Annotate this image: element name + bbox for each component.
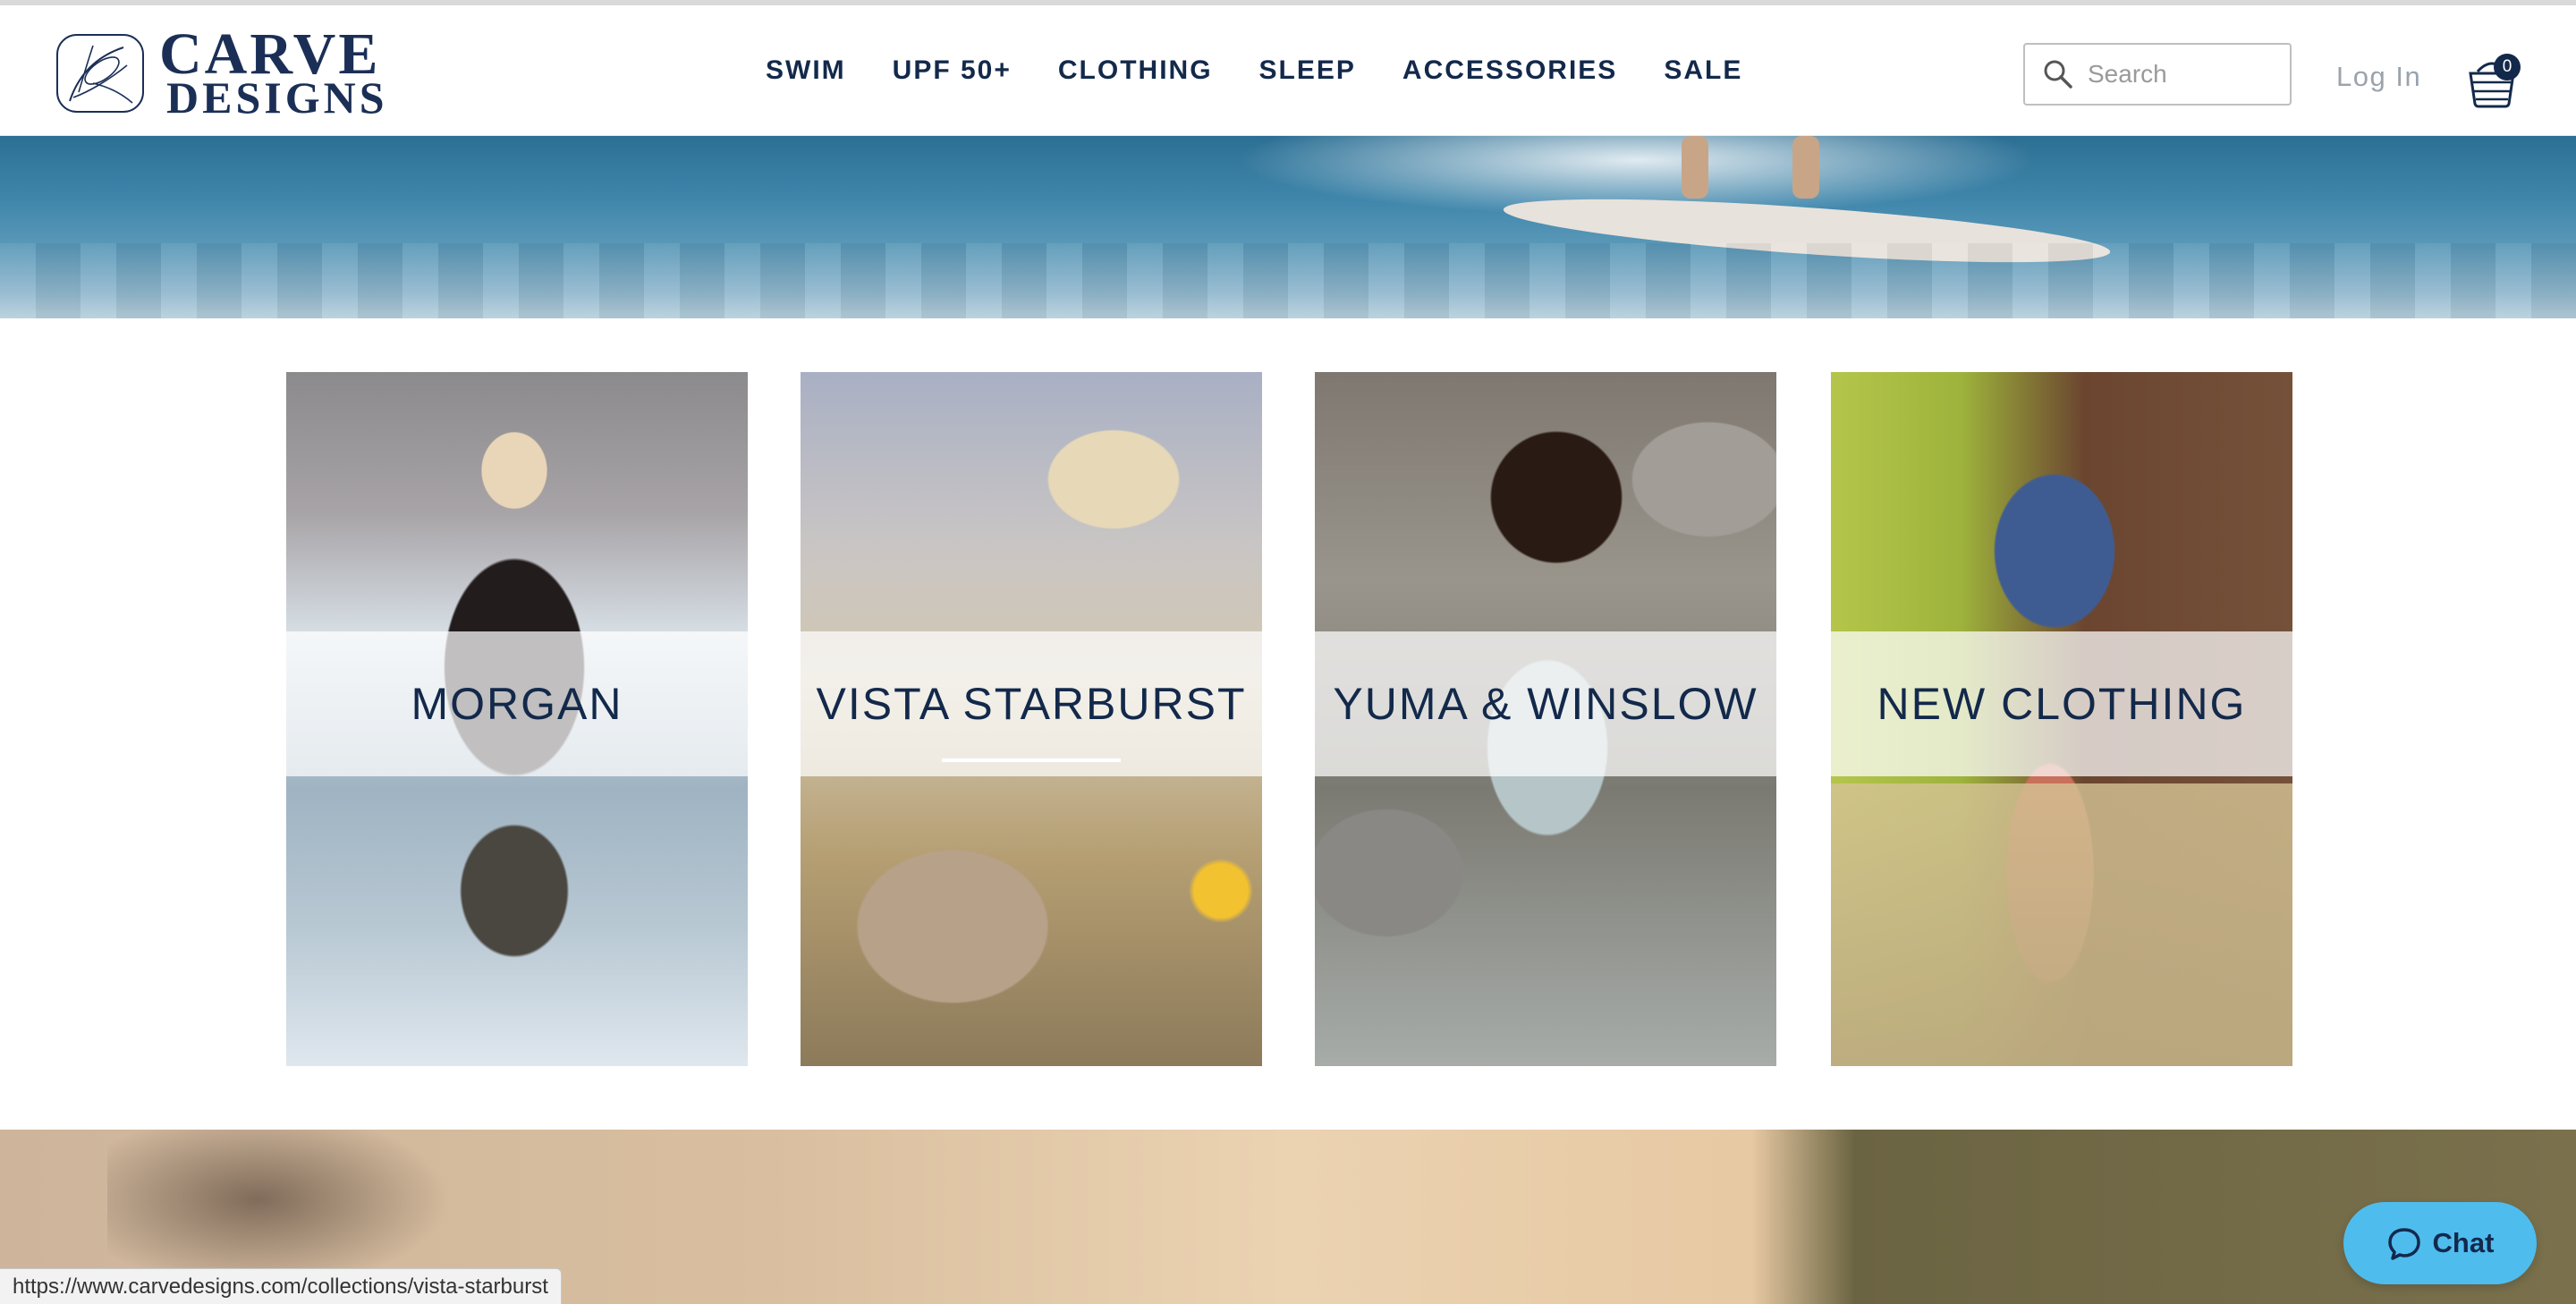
chat-bubble-icon: [2387, 1228, 2420, 1260]
collection-label-band: NEW CLOTHING: [1831, 631, 2292, 776]
collection-label-band: YUMA & WINSLOW: [1315, 631, 1776, 776]
brand-logo[interactable]: CARVE DESIGNS: [52, 25, 388, 123]
search-box[interactable]: [2023, 43, 2292, 106]
hover-underline: [942, 758, 1121, 762]
nav-item-sale[interactable]: SALE: [1664, 55, 1742, 86]
collection-label: MORGAN: [411, 679, 623, 729]
nav-item-upf[interactable]: UPF 50+: [893, 55, 1012, 86]
nav-item-clothing[interactable]: CLOTHING: [1058, 55, 1213, 86]
collection-grid: MORGAN VISTA STARBURST YUMA & WINSLOW NE…: [286, 372, 2292, 1066]
collection-tile-morgan[interactable]: MORGAN: [286, 372, 748, 1066]
nav-item-swim[interactable]: SWIM: [766, 55, 846, 86]
nav-item-sleep[interactable]: SLEEP: [1259, 55, 1356, 86]
collection-tile-yuma-winslow[interactable]: YUMA & WINSLOW: [1315, 372, 1776, 1066]
search-icon: [2044, 60, 2072, 89]
login-link[interactable]: Log In: [2336, 61, 2421, 93]
main-nav: SWIM UPF 50+ CLOTHING SLEEP ACCESSORIES …: [766, 55, 1789, 86]
collection-label: VISTA STARBURST: [816, 679, 1247, 729]
browser-status-url: https://www.carvedesigns.com/collections…: [0, 1268, 562, 1304]
brand-wordmark: CARVE DESIGNS: [159, 25, 388, 123]
collection-label: YUMA & WINSLOW: [1333, 679, 1758, 729]
chat-label: Chat: [2432, 1227, 2495, 1258]
collection-tile-new-clothing[interactable]: NEW CLOTHING: [1831, 372, 2292, 1066]
hero-surf-image: [0, 136, 2576, 318]
cart-button[interactable]: 0: [2465, 52, 2521, 109]
site-header: CARVE DESIGNS SWIM UPF 50+ CLOTHING SLEE…: [0, 5, 2576, 136]
collection-label-band: MORGAN: [286, 631, 748, 776]
cart-count-badge: 0: [2494, 54, 2521, 80]
chat-button[interactable]: Chat: [2343, 1202, 2537, 1284]
brand-line2: DESIGNS: [166, 72, 388, 123]
collection-label-band: VISTA STARBURST: [801, 631, 1262, 776]
collection-label: NEW CLOTHING: [1877, 679, 2247, 729]
search-input[interactable]: [2088, 60, 2267, 89]
nav-item-accessories[interactable]: ACCESSORIES: [1402, 55, 1617, 86]
leaf-logo-icon: [56, 34, 144, 113]
collection-tile-vista-starburst[interactable]: VISTA STARBURST: [801, 372, 1262, 1066]
hero-surfer-foot-left: [1682, 136, 1708, 199]
hero-surfer-foot-right: [1792, 136, 1819, 199]
hero-water-ripples: [0, 243, 2576, 318]
